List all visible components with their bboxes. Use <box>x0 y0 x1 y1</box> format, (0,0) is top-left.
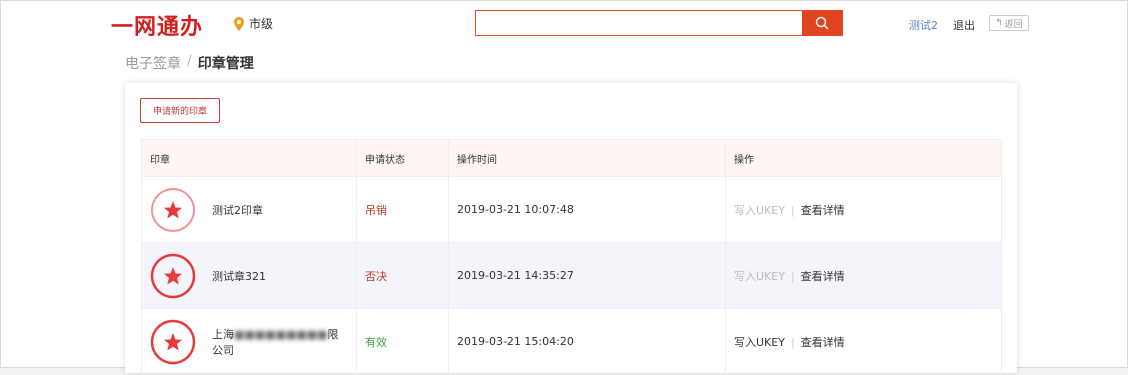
view-details-link[interactable]: 查看详情 <box>801 204 845 217</box>
search-input[interactable] <box>476 11 802 35</box>
search-icon <box>815 16 829 30</box>
seal-name: 上海■■■■■■■■■限公司 <box>212 326 348 358</box>
location-pin-icon <box>234 16 244 31</box>
seal-image-icon <box>151 187 195 232</box>
operation-time: 2019-03-21 10:07:48 <box>448 176 726 243</box>
status-badge: 否决 <box>356 242 449 309</box>
action-divider: | <box>790 335 795 349</box>
status-badge: 吊销 <box>356 176 449 243</box>
city-label: 市级 <box>249 17 274 31</box>
logout-link[interactable]: 退出 <box>953 17 975 33</box>
user-name-link[interactable]: 测试2 <box>909 17 938 33</box>
seal-cell: 上海■■■■■■■■■限公司 <box>141 308 357 375</box>
site-logo[interactable]: 一网通办 <box>111 9 203 41</box>
seal-table: 印章 申请状态 操作时间 操作 测试2印章 吊销 2019-03-21 10:0… <box>141 139 1002 375</box>
view-details-link[interactable]: 查看详情 <box>801 336 845 349</box>
operation-time: 2019-03-21 15:04:20 <box>448 308 726 375</box>
column-header-actions: 操作 <box>725 139 1002 177</box>
redacted-text: ■■■■■■■■■ <box>234 327 328 341</box>
actions-cell: 写入UKEY | 查看详情 <box>725 308 1002 375</box>
seal-cell: 测试章321 <box>141 242 357 309</box>
page-frame: 一网通办 市级 测试2 退出 ↰ 返回 电子签章 / 印章管理 申请新的印章 印… <box>0 0 1128 375</box>
breadcrumb-separator: / <box>187 53 192 69</box>
back-label: 返回 <box>1004 19 1023 30</box>
table-row: 上海■■■■■■■■■限公司 有效 2019-03-21 15:04:20 写入… <box>141 308 1002 375</box>
column-header-status: 申请状态 <box>356 139 449 177</box>
top-header: 一网通办 市级 测试2 退出 ↰ 返回 <box>1 1 1127 47</box>
write-ukey-link: 写入UKEY <box>734 203 785 217</box>
table-row: 测试2印章 吊销 2019-03-21 10:07:48 写入UKEY | 查看详情 <box>141 176 1002 243</box>
seal-image-icon <box>150 253 196 298</box>
column-header-seal: 印章 <box>141 139 357 177</box>
seal-name-prefix: 上海 <box>212 327 234 341</box>
actions-cell: 写入UKEY | 查看详情 <box>725 242 1002 309</box>
breadcrumb: 电子签章 / 印章管理 <box>125 53 254 73</box>
action-divider: | <box>790 203 795 217</box>
city-selector[interactable]: 市级 <box>233 15 273 32</box>
seal-panel: 申请新的印章 印章 申请状态 操作时间 操作 测试2印章 吊销 2019-03-… <box>125 83 1017 375</box>
table-header-row: 印章 申请状态 操作时间 操作 <box>141 139 1002 177</box>
search-button[interactable] <box>802 11 842 35</box>
write-ukey-link[interactable]: 写入UKEY <box>734 336 785 349</box>
breadcrumb-current: 印章管理 <box>197 56 254 72</box>
action-divider: | <box>790 269 795 283</box>
status-badge: 有效 <box>356 308 449 375</box>
operation-time: 2019-03-21 14:35:27 <box>448 242 726 309</box>
back-arrow-icon: ↰ <box>995 18 1003 28</box>
seal-name: 测试章321 <box>212 269 266 283</box>
table-row: 测试章321 否决 2019-03-21 14:35:27 写入UKEY | 查看详… <box>141 242 1002 309</box>
back-button[interactable]: ↰ 返回 <box>989 15 1029 31</box>
seal-name: 测试2印章 <box>212 203 263 217</box>
seal-cell: 测试2印章 <box>141 176 357 243</box>
seal-image-icon <box>150 319 196 364</box>
search-bar <box>475 10 843 36</box>
write-ukey-link: 写入UKEY <box>734 269 785 283</box>
actions-cell: 写入UKEY | 查看详情 <box>725 176 1002 243</box>
apply-new-seal-button[interactable]: 申请新的印章 <box>140 98 220 123</box>
column-header-time: 操作时间 <box>448 139 726 177</box>
view-details-link[interactable]: 查看详情 <box>801 270 845 283</box>
breadcrumb-parent[interactable]: 电子签章 <box>125 53 181 73</box>
